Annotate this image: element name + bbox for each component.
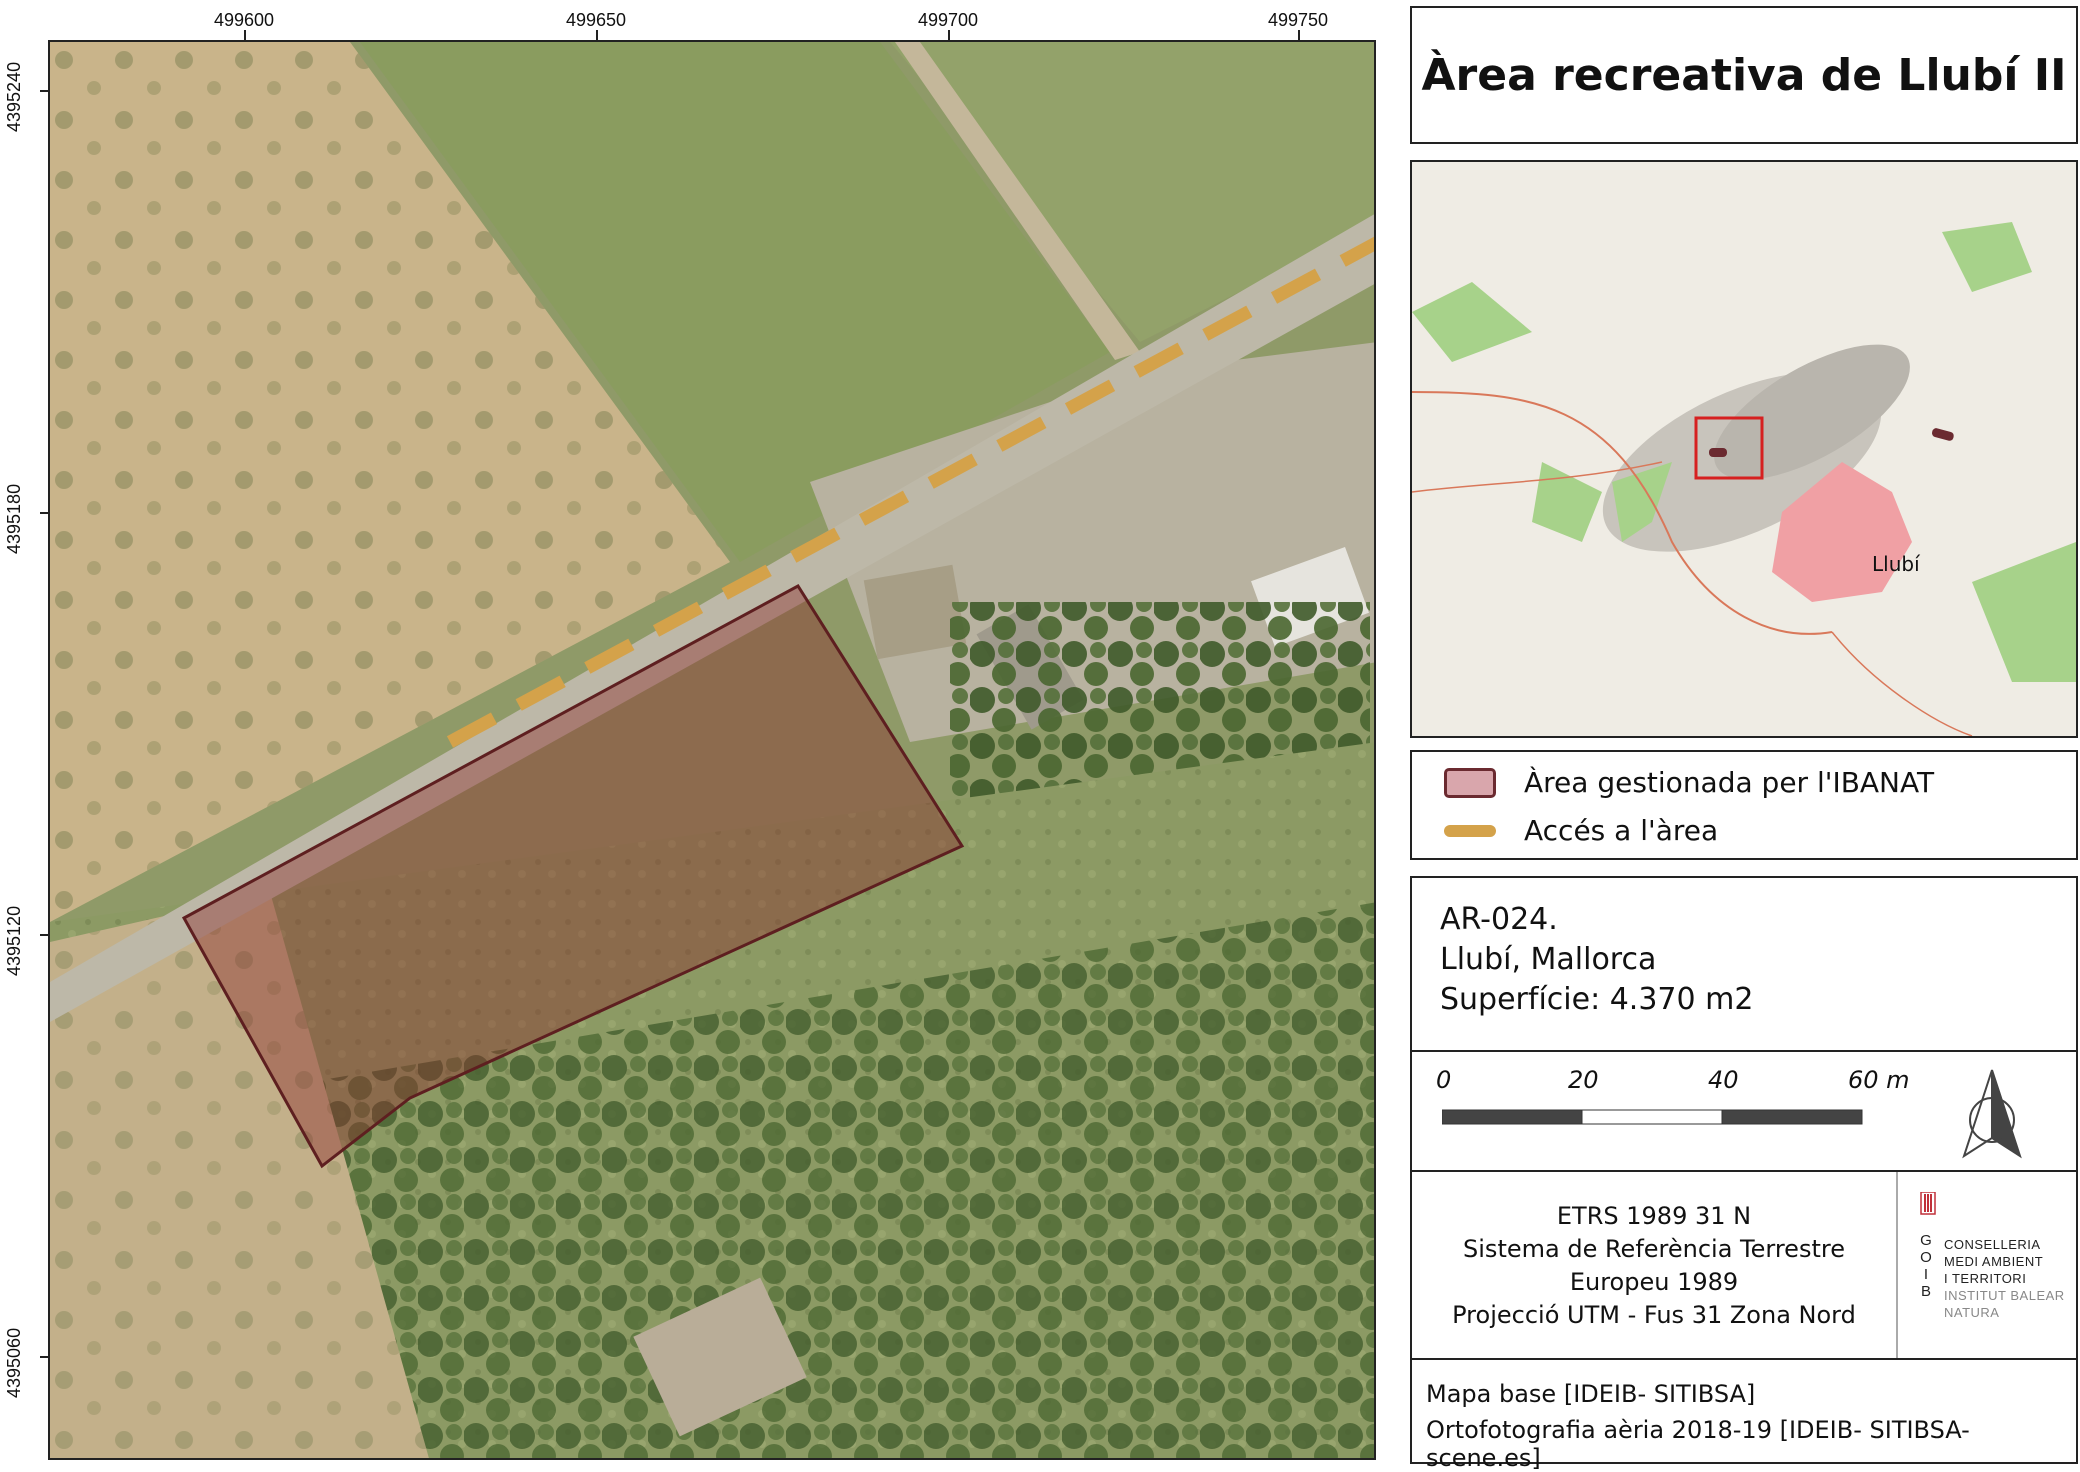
crs-line: Sistema de Referència Terrestre xyxy=(1463,1235,1845,1263)
y-tick-label: 4395060 xyxy=(4,1327,24,1398)
y-tick-mark xyxy=(40,1356,50,1358)
scale-panel: 0 20 40 60 m xyxy=(1410,1050,2078,1172)
logo-letters: G O I B xyxy=(1920,1232,1932,1300)
legend-item-access: Accés a l'àrea xyxy=(1444,814,1718,847)
crs-line: ETRS 1989 31 N xyxy=(1556,1202,1752,1230)
scale-label: 0 xyxy=(1436,1066,1452,1094)
north-arrow-icon xyxy=(1962,1069,2022,1159)
area-place: Llubí, Mallorca xyxy=(1440,942,1657,977)
crest-icon xyxy=(1920,1192,1936,1215)
legend-item-area: Àrea gestionada per l'IBANAT xyxy=(1444,766,1934,799)
title-panel: Àrea recreativa de Llubí II xyxy=(1410,6,2078,144)
crs-line: Projecció UTM - Fus 31 Zona Nord xyxy=(1452,1301,1856,1329)
access-swatch xyxy=(1444,824,1496,837)
source-line: Mapa base [IDEIB- SITIBSA] xyxy=(1426,1380,1756,1408)
orthophoto-canvas xyxy=(50,42,1374,1458)
crs-panel: ETRS 1989 31 N Sistema de Referència Ter… xyxy=(1410,1170,2078,1360)
source-panel: Mapa base [IDEIB- SITIBSA] Ortofotografi… xyxy=(1410,1358,2078,1472)
area-code: AR-024. xyxy=(1440,902,1558,937)
area-swatch xyxy=(1444,767,1496,798)
orthophoto-map[interactable] xyxy=(48,40,1376,1460)
scale-label: 20 xyxy=(1568,1066,1599,1094)
info-panel: AR-024. Llubí, Mallorca Superfície: 4.37… xyxy=(1410,876,2078,1052)
logo-letter: B xyxy=(1920,1283,1931,1300)
x-tick-label: 499600 xyxy=(213,10,275,30)
map-title: Àrea recreativa de Llubí II xyxy=(1421,49,2067,101)
scale-label: 40 xyxy=(1708,1066,1739,1094)
y-tick-label: 4395240 xyxy=(4,61,24,132)
x-tick-mark xyxy=(948,30,950,40)
logo-letter: G xyxy=(1920,1232,1932,1249)
logo-letter: I xyxy=(1923,1266,1929,1283)
legend-label: Àrea gestionada per l'IBANAT xyxy=(1524,766,1935,799)
logo-line: INSTITUT BALEAR xyxy=(1944,1288,2065,1303)
logo-line: CONSELLERIA xyxy=(1944,1237,2041,1252)
locator-map[interactable]: Llubí xyxy=(1410,160,2078,738)
scale-label: 60 m xyxy=(1848,1066,1910,1094)
x-tick-label: 499650 xyxy=(565,10,627,30)
y-tick-label: 4395120 xyxy=(4,905,24,976)
legend-panel: Àrea gestionada per l'IBANAT Accés a l'à… xyxy=(1410,750,2078,860)
x-tick-label: 499750 xyxy=(1267,10,1329,30)
logo-divider xyxy=(1896,1172,1898,1358)
legend-label: Accés a l'àrea xyxy=(1524,814,1719,847)
crs-line: Europeu 1989 xyxy=(1569,1268,1739,1296)
y-tick-label: 4395180 xyxy=(4,483,24,554)
x-tick-label: 499700 xyxy=(917,10,979,30)
x-tick-mark xyxy=(244,30,246,40)
source-line: Ortofotografia aèria 2018-19 [IDEIB- SIT… xyxy=(1426,1416,1970,1472)
x-tick-mark xyxy=(1298,30,1300,40)
area-surface: Superfície: 4.370 m2 xyxy=(1440,982,1754,1017)
logo-letter: O xyxy=(1920,1249,1932,1266)
crs-text: ETRS 1989 31 N Sistema de Referència Ter… xyxy=(1412,1200,1896,1332)
logo-line: NATURA xyxy=(1944,1305,2000,1320)
x-tick-mark xyxy=(596,30,598,40)
logo-line: MEDI AMBIENT xyxy=(1944,1254,2044,1269)
govern-logo: G O I B CONSELLERIA MEDI AMBIENT I TERRI… xyxy=(1920,1192,2070,1352)
logo-line: I TERRITORI xyxy=(1944,1271,2027,1286)
y-tick-mark xyxy=(40,512,50,514)
town-label: Llubí xyxy=(1872,552,1920,576)
y-tick-mark xyxy=(40,90,50,92)
area-marker xyxy=(1709,448,1727,457)
scale-bar xyxy=(1442,1109,1863,1125)
locator-canvas xyxy=(1412,162,2076,736)
y-tick-mark xyxy=(40,934,50,936)
